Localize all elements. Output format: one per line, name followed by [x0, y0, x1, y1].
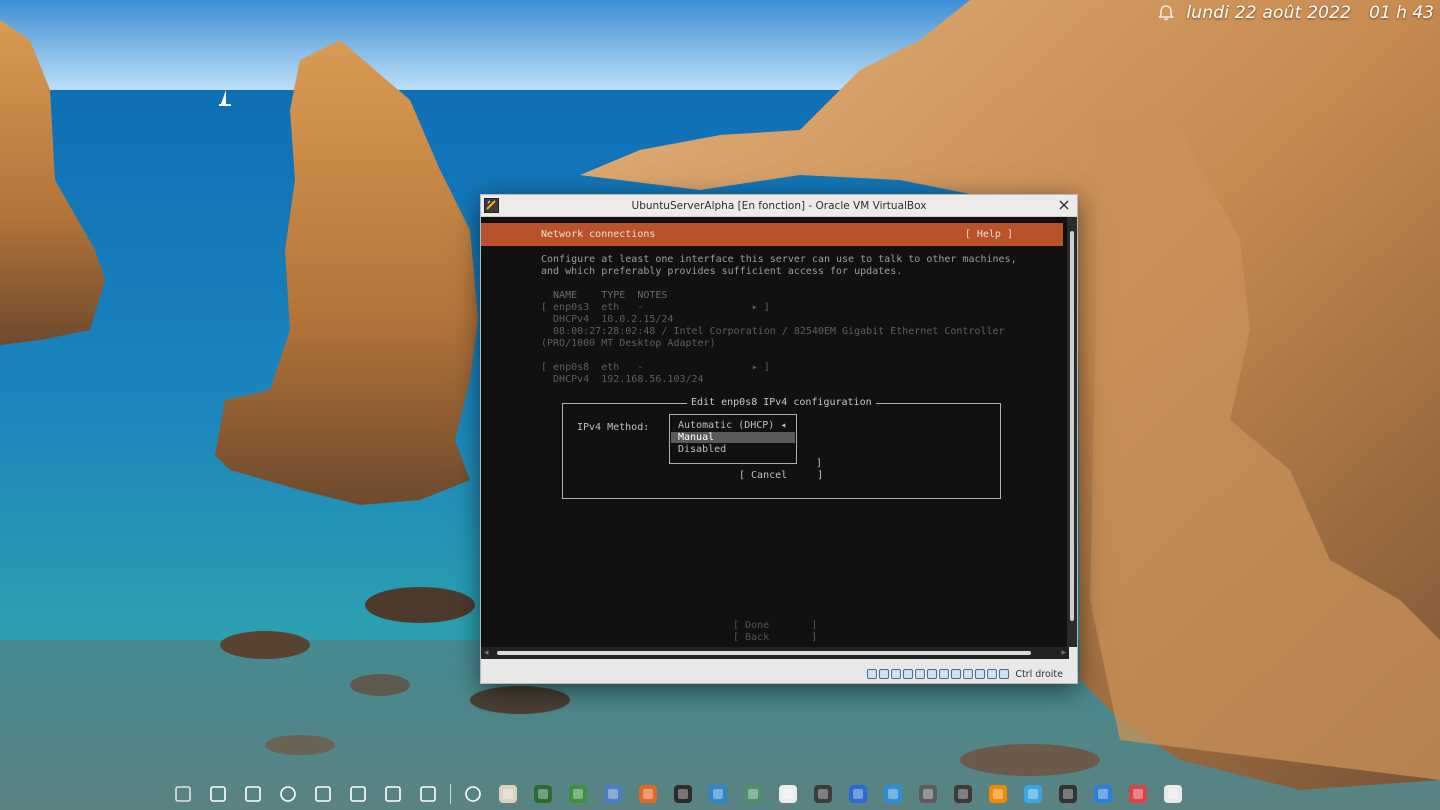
- clock-time[interactable]: 01 h 43: [1369, 3, 1434, 23]
- recording-icon[interactable]: [951, 669, 962, 679]
- intro-text-line2: and which preferably provides sufficient…: [541, 266, 903, 277]
- optical-drive-icon[interactable]: [879, 669, 890, 679]
- clock-date[interactable]: lundi 22 août 2022: [1186, 3, 1351, 23]
- files-icon[interactable]: [705, 781, 731, 807]
- cancel-button[interactable]: [ Cancel ]: [739, 470, 823, 481]
- eject-icon[interactable]: [380, 781, 406, 807]
- vm-display[interactable]: Network connections [ Help ] Configure a…: [481, 217, 1069, 647]
- horizontal-scrollbar[interactable]: ◂ ▸: [481, 647, 1069, 659]
- ai-app-icon[interactable]: [845, 781, 871, 807]
- window-titlebar[interactable]: UbuntuServerAlpha [En fonction] - Oracle…: [481, 195, 1077, 217]
- shared-folders-icon[interactable]: [927, 669, 938, 679]
- interface-enp0s3-dhcp: DHCPv4 10.0.2.15/24: [541, 314, 674, 325]
- notification-bell-icon[interactable]: [1156, 3, 1176, 23]
- keepass-icon[interactable]: [565, 781, 591, 807]
- wifi-icon[interactable]: [310, 781, 336, 807]
- usb-icon[interactable]: [915, 669, 926, 679]
- archive-icon[interactable]: [1125, 781, 1151, 807]
- host-key-label: Ctrl droite: [1015, 668, 1063, 680]
- circle-icon[interactable]: [460, 781, 486, 807]
- network-manager-icon[interactable]: [170, 781, 196, 807]
- top-panel: lundi 22 août 2022 01 h 43: [1156, 0, 1440, 26]
- inkscape-icon[interactable]: [950, 781, 976, 807]
- console-icon[interactable]: [1055, 781, 1081, 807]
- hard-disk-icon[interactable]: [867, 669, 878, 679]
- vm-statusbar: Ctrl droite: [481, 665, 1077, 683]
- interface-enp0s3-adapter: (PRO/1000 MT Desktop Adapter): [541, 338, 716, 349]
- dock: [170, 778, 1270, 810]
- ipv4-method-label: IPv4 Method:: [577, 422, 650, 433]
- virtualbox-app-icon: [484, 198, 499, 213]
- virtualbox-window[interactable]: UbuntuServerAlpha [En fonction] - Oracle…: [480, 194, 1078, 684]
- interface-enp0s8-dhcp: DHCPv4 192.168.56.103/24: [541, 374, 704, 385]
- done-button[interactable]: [ Done ]: [733, 620, 817, 631]
- mail-icon[interactable]: [1020, 781, 1046, 807]
- vlc-icon[interactable]: [985, 781, 1011, 807]
- gimp-icon[interactable]: [915, 781, 941, 807]
- ipv4-method-dropdown[interactable]: Automatic (DHCP) ◂ Manual Disabled: [669, 414, 797, 464]
- interface-row-enp0s3[interactable]: [ enp0s3 eth - ▸ ]: [541, 302, 770, 313]
- terminal-icon[interactable]: [670, 781, 696, 807]
- font-viewer-icon[interactable]: [775, 781, 801, 807]
- dialog-title: Edit enp0s8 IPv4 configuration: [687, 397, 876, 408]
- interface-enp0s3-mac: 08:00:27:28:02:48 / Intel Corporation / …: [541, 326, 1005, 337]
- option-manual[interactable]: Manual: [671, 432, 795, 443]
- dock-separator: [450, 784, 451, 804]
- back-button[interactable]: [ Back ]: [733, 632, 817, 643]
- window-title: UbuntuServerAlpha [En fonction] - Oracle…: [631, 199, 927, 212]
- scroll-left-icon[interactable]: ◂: [484, 648, 489, 658]
- globe-app-icon[interactable]: [530, 781, 556, 807]
- save-button-bracket[interactable]: ]: [816, 458, 822, 469]
- keyboard-icon[interactable]: [999, 669, 1010, 679]
- writer-icon[interactable]: [880, 781, 906, 807]
- help-button[interactable]: [ Help ]: [965, 229, 1013, 240]
- thunderbird-icon[interactable]: [1090, 781, 1116, 807]
- network-icon[interactable]: [903, 669, 914, 679]
- volume-icon[interactable]: [345, 781, 371, 807]
- scroll-right-icon[interactable]: ▸: [1061, 648, 1066, 658]
- app-grid-icon[interactable]: [205, 781, 231, 807]
- tui-header: Network connections [ Help ]: [481, 223, 1063, 246]
- vt-x-icon[interactable]: [975, 669, 986, 679]
- notes-icon[interactable]: [495, 781, 521, 807]
- system-monitor-icon[interactable]: [740, 781, 766, 807]
- virtualbox-icon[interactable]: [600, 781, 626, 807]
- option-disabled[interactable]: Disabled: [678, 444, 726, 455]
- color-picker-icon[interactable]: [415, 781, 441, 807]
- cpu-icon[interactable]: [963, 669, 974, 679]
- option-automatic-dhcp[interactable]: Automatic (DHCP) ◂: [678, 420, 786, 431]
- audio-icon[interactable]: [891, 669, 902, 679]
- calculator-icon[interactable]: [810, 781, 836, 807]
- interface-table-header: NAME TYPE NOTES: [541, 290, 668, 301]
- night-light-icon[interactable]: [275, 781, 301, 807]
- screen-title: Network connections: [541, 229, 656, 240]
- close-icon[interactable]: [1057, 198, 1071, 212]
- ubuntu-installer-icon[interactable]: [635, 781, 661, 807]
- display-icon[interactable]: [939, 669, 950, 679]
- interface-row-enp0s8[interactable]: [ enp0s8 eth - ▸ ]: [541, 362, 770, 373]
- vertical-scrollbar[interactable]: [1067, 217, 1077, 647]
- intro-text-line1: Configure at least one interface this se…: [541, 254, 1017, 265]
- chrome-icon[interactable]: [1160, 781, 1186, 807]
- window-icon[interactable]: [240, 781, 266, 807]
- mouse-integration-icon[interactable]: [987, 669, 998, 679]
